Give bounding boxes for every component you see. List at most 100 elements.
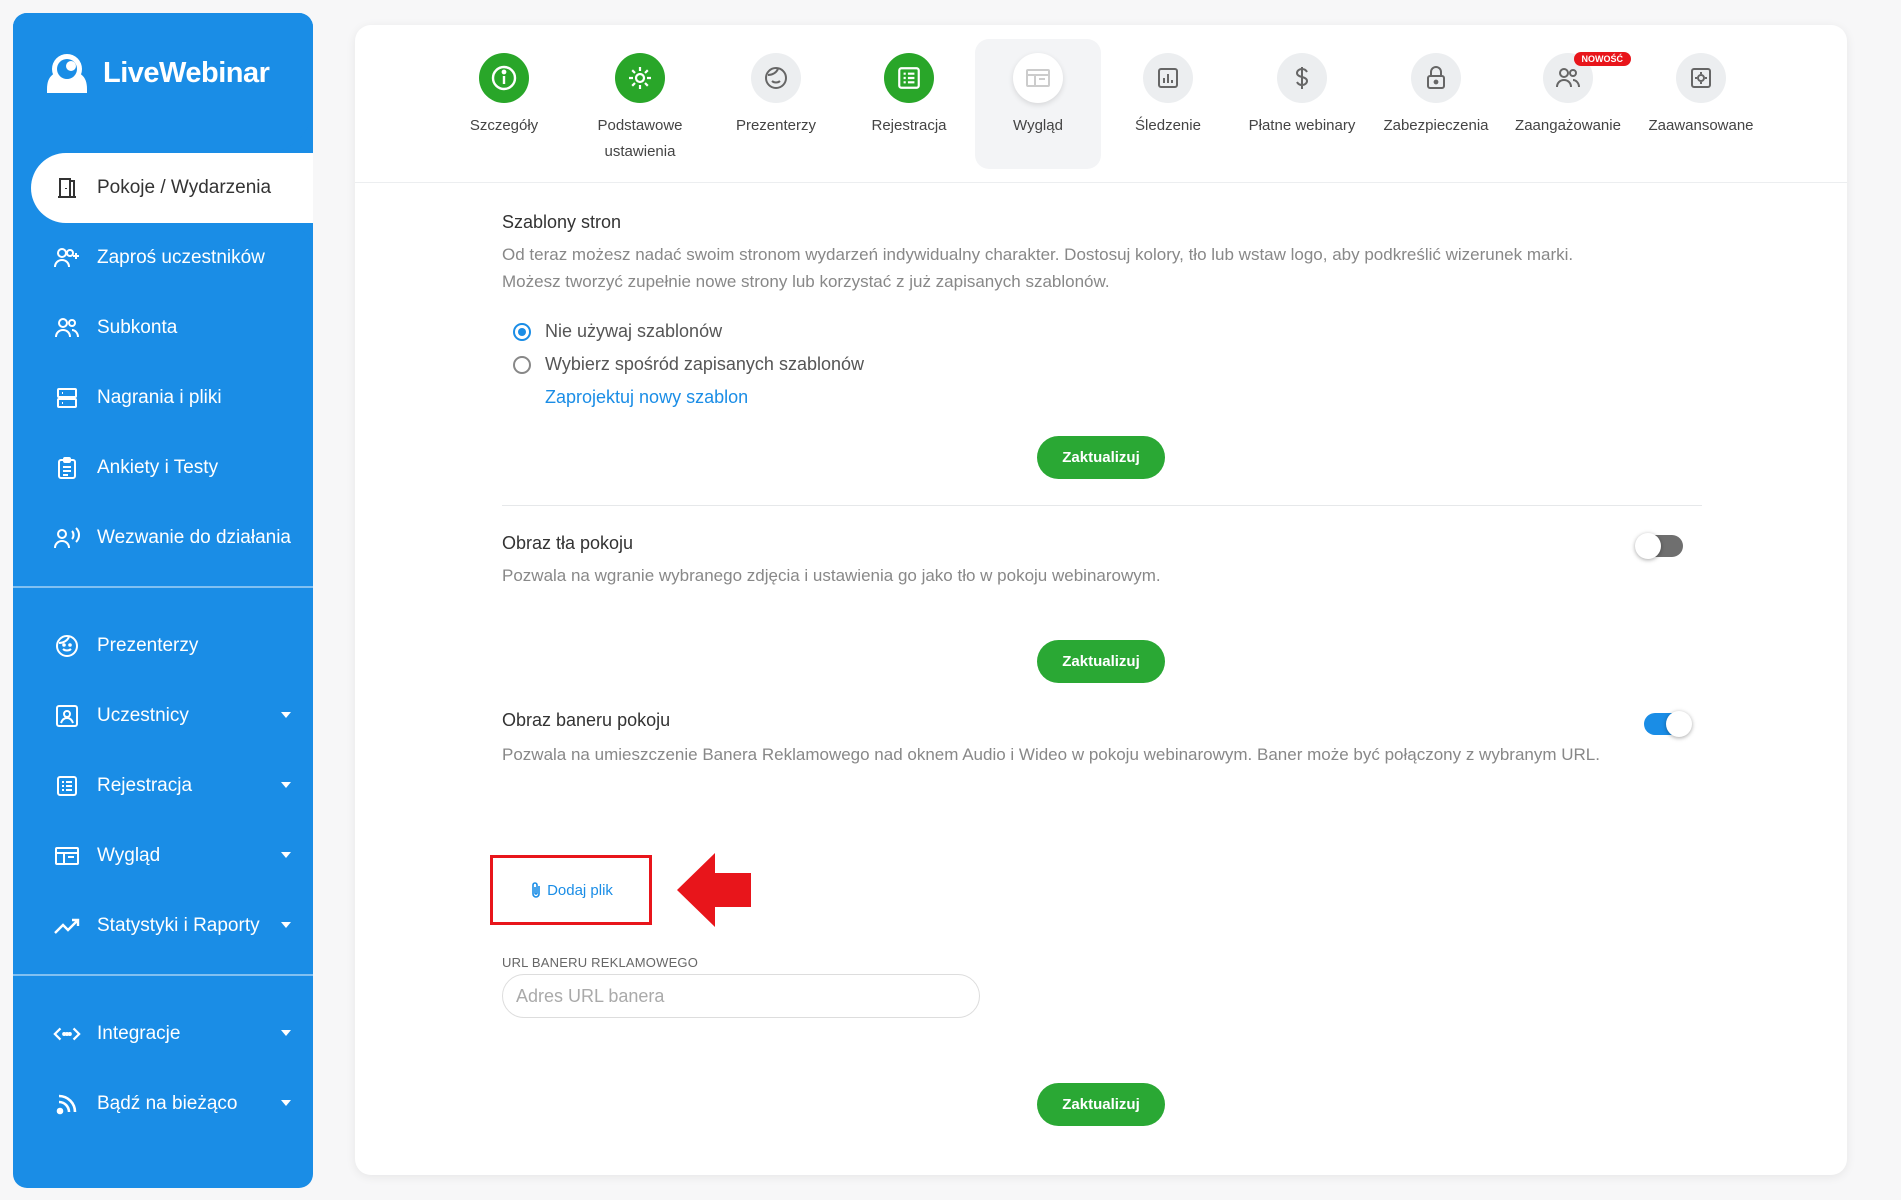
tab-tracking[interactable]: Śledzenie: [1105, 39, 1231, 169]
tab-security[interactable]: Zabezpieczenia: [1373, 39, 1499, 169]
chevron-down-icon: [281, 852, 291, 858]
background-toggle[interactable]: [1635, 533, 1683, 559]
clipboard-icon: [53, 454, 81, 482]
background-title: Obraz tła pokoju: [502, 533, 634, 553]
presenter-face-icon: [53, 632, 81, 660]
tab-label: Płatne webinary: [1248, 117, 1356, 134]
rss-icon: [53, 1090, 81, 1118]
trend-icon: [53, 912, 81, 940]
chevron-down-icon: [281, 1030, 291, 1036]
lock-icon: [1411, 53, 1461, 103]
logo-area: LiveWebinar: [13, 13, 313, 153]
megaphone-user-icon: [53, 524, 81, 552]
sidebar-item-label: Prezenterzy: [97, 635, 199, 656]
sidebar-item-subaccounts[interactable]: Subkonta: [13, 298, 313, 358]
attendee-icon: [53, 702, 81, 730]
toggle-knob: [1635, 533, 1661, 559]
tab-advanced[interactable]: Zaawansowane: [1638, 39, 1764, 169]
section-divider: [502, 505, 1702, 506]
users-icon: [53, 314, 81, 342]
presenter-face-icon: [751, 53, 801, 103]
sidebar-item-label: Wezwanie do działania: [97, 527, 291, 548]
brand-name: LiveWebinar: [103, 56, 270, 89]
sidebar-item-label: Zaproś uczestników: [97, 247, 265, 268]
radio-button[interactable]: [513, 355, 531, 374]
info-icon: [479, 53, 529, 103]
sidebar-item-polls[interactable]: Ankiety i Testy: [13, 438, 313, 498]
sidebar-item-label: Nagrania i pliki: [97, 387, 222, 408]
update-templates-button[interactable]: Zaktualizuj: [1037, 436, 1165, 479]
tab-label: Śledzenie: [1135, 117, 1201, 134]
banner-title: Obraz baneru pokoju: [502, 710, 671, 730]
tab-details[interactable]: Szczegóły: [441, 39, 567, 169]
sidebar-item-label: Wygląd: [97, 845, 161, 866]
tab-registration[interactable]: Rejestracja: [846, 39, 972, 169]
sidebar-item-rooms[interactable]: Pokoje / Wydarzenia: [13, 158, 313, 218]
sidebar-item-stats[interactable]: Statystyki i Raporty: [13, 896, 313, 956]
sidebar-item-registration[interactable]: Rejestracja: [13, 756, 313, 816]
settings-tabs: Szczegóły Podstawowe ustawienia Prezente…: [355, 25, 1847, 183]
radio-saved-templates[interactable]: Wybierz spośród zapisanych szablonów: [513, 354, 864, 375]
sidebar-item-cta[interactable]: Wezwanie do działania: [13, 508, 313, 568]
radio-button[interactable]: [513, 322, 531, 341]
update-background-button[interactable]: Zaktualizuj: [1037, 640, 1165, 683]
tab-basic-settings[interactable]: Podstawowe ustawienia: [577, 39, 703, 169]
main-card: Szczegóły Podstawowe ustawienia Prezente…: [355, 25, 1847, 1175]
bar-chart-icon: [1143, 53, 1193, 103]
sidebar-item-label: Bądź na bieżąco: [97, 1093, 238, 1114]
sidebar-divider: [13, 586, 313, 588]
sidebar-item-label: Integracje: [97, 1023, 181, 1044]
banner-toggle[interactable]: [1644, 711, 1692, 737]
radio-label: Nie używaj szablonów: [545, 321, 723, 341]
add-file-label: Dodaj plik: [547, 881, 613, 899]
design-template-link[interactable]: Zaprojektuj nowy szablon: [545, 387, 748, 408]
sidebar-item-news[interactable]: Bądź na bieżąco: [13, 1074, 313, 1134]
tab-appearance[interactable]: Wygląd: [975, 39, 1101, 169]
paperclip-icon: [532, 882, 540, 898]
sidebar-item-label: Uczestnicy: [97, 705, 189, 726]
tab-label: Rejestracja: [871, 117, 947, 134]
tab-label: Prezenterzy: [735, 117, 817, 134]
tab-label: Szczegóły: [469, 117, 539, 134]
red-arrow-icon: [677, 853, 751, 927]
chevron-down-icon: [281, 922, 291, 928]
sidebar-divider: [13, 974, 313, 976]
add-user-icon: [53, 244, 81, 272]
sidebar-item-presenters[interactable]: Prezenterzy: [13, 616, 313, 676]
banner-url-label: URL BANERU REKLAMOWEGO: [502, 955, 699, 970]
chevron-down-icon: [281, 1100, 291, 1106]
logo[interactable]: LiveWebinar: [41, 49, 270, 97]
door-icon: [53, 174, 81, 202]
tab-label: Zabezpieczenia: [1383, 117, 1489, 134]
radio-no-templates[interactable]: Nie używaj szablonów: [513, 321, 722, 342]
banner-url-input[interactable]: [502, 974, 980, 1018]
form-icon: [53, 772, 81, 800]
sidebar-item-attendees[interactable]: Uczestnicy: [13, 686, 313, 746]
sidebar-item-appearance[interactable]: Wygląd: [13, 826, 313, 886]
sidebar-item-integrations[interactable]: Integracje: [13, 1004, 313, 1064]
sidebar-item-recordings[interactable]: Nagrania i pliki: [13, 368, 313, 428]
add-file-button[interactable]: Dodaj plik: [490, 855, 652, 925]
sidebar-item-label: Ankiety i Testy: [97, 457, 219, 478]
tab-label: Podstawowe ustawienia: [597, 117, 683, 160]
sidebar-item-label: Rejestracja: [97, 775, 193, 796]
code-arrows-icon: [53, 1020, 81, 1048]
sidebar: LiveWebinar Pokoje / Wydarzenia Zaproś u…: [13, 13, 313, 1188]
new-badge: NOWOŚĆ: [1573, 52, 1631, 66]
update-banner-button[interactable]: Zaktualizuj: [1037, 1083, 1165, 1126]
tab-presenters[interactable]: Prezenterzy: [713, 39, 839, 169]
chevron-down-icon: [281, 712, 291, 718]
tab-engagement[interactable]: NOWOŚĆ Zaangażowanie: [1505, 39, 1631, 169]
layout-icon: [1013, 53, 1063, 103]
layout-icon: [53, 842, 81, 870]
gear-icon: [615, 53, 665, 103]
sidebar-item-label: Subkonta: [97, 317, 178, 338]
dollar-icon: [1277, 53, 1327, 103]
tab-paid-webinars[interactable]: Płatne webinary: [1239, 39, 1365, 169]
form-icon: [884, 53, 934, 103]
sidebar-item-invite[interactable]: Zaproś uczestników: [13, 228, 313, 288]
tab-label: Zaawansowane: [1648, 117, 1754, 134]
templates-description: Od teraz możesz nadać swoim stronom wyda…: [502, 245, 1574, 291]
sidebar-item-label: Statystyki i Raporty: [97, 915, 260, 936]
chevron-down-icon: [281, 782, 291, 788]
